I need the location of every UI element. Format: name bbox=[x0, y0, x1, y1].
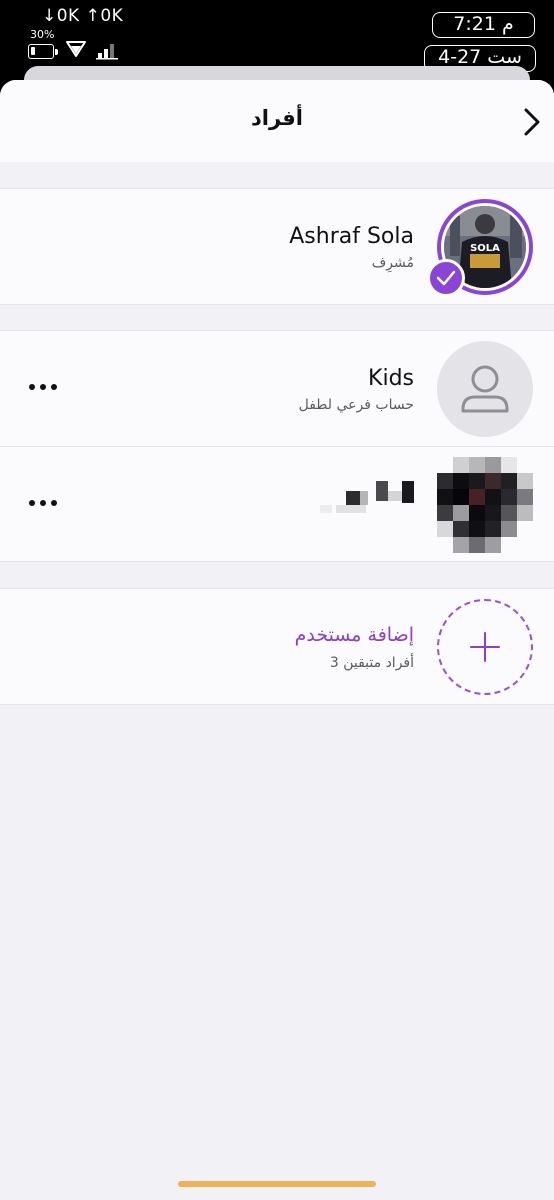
battery-icon bbox=[28, 44, 58, 59]
more-icon[interactable] bbox=[28, 383, 58, 391]
back-chevron-icon[interactable] bbox=[522, 106, 542, 138]
remaining-members: 3 أفراد متبقين bbox=[329, 655, 414, 671]
more-icon[interactable] bbox=[28, 499, 58, 507]
member-row-admin[interactable]: SOLA Ashraf Sola مُشرِف bbox=[0, 189, 554, 304]
sheet-header: أفراد bbox=[0, 80, 554, 162]
plus-icon bbox=[470, 632, 500, 662]
member-subtitle: حساب فرعي لطفل bbox=[298, 397, 414, 413]
member-role: مُشرِف bbox=[371, 255, 414, 271]
shirt-text: SOLA bbox=[470, 243, 500, 254]
admin-section: SOLA Ashraf Sola مُشرِف bbox=[0, 188, 554, 305]
person-icon bbox=[461, 365, 509, 413]
add-user-button[interactable]: إضافة مستخدم 3 أفراد متبقين bbox=[0, 589, 554, 704]
member-row-hidden[interactable] bbox=[0, 446, 554, 561]
add-user-circle[interactable] bbox=[437, 599, 533, 695]
member-name: Kids bbox=[368, 366, 414, 391]
member-row-kids[interactable]: Kids حساب فرعي لطفل bbox=[0, 331, 554, 446]
wifi-icon bbox=[66, 41, 86, 57]
avatar bbox=[437, 457, 533, 553]
home-indicator[interactable] bbox=[178, 1181, 376, 1187]
members-section: Kids حساب فرعي لطفل bbox=[0, 330, 554, 562]
network-speed: ↓0K ↑0K bbox=[42, 6, 124, 26]
page-title: أفراد bbox=[251, 106, 303, 130]
add-user-label: إضافة مستخدم bbox=[294, 624, 414, 646]
pixelated-name bbox=[320, 481, 414, 513]
clock-time: 7:21 م bbox=[432, 12, 535, 38]
admin-badge bbox=[427, 259, 465, 297]
avatar bbox=[437, 341, 533, 437]
members-sheet: أفراد SOLA Ashraf Sola مُشرِف Kids حساب … bbox=[0, 80, 554, 1200]
checkmark-icon bbox=[436, 270, 456, 286]
add-user-section: إضافة مستخدم 3 أفراد متبقين bbox=[0, 588, 554, 705]
signal-icon bbox=[96, 44, 118, 60]
battery-percent: 30% bbox=[30, 28, 55, 41]
member-name: Ashraf Sola bbox=[289, 224, 414, 249]
avatar: SOLA bbox=[427, 199, 533, 297]
